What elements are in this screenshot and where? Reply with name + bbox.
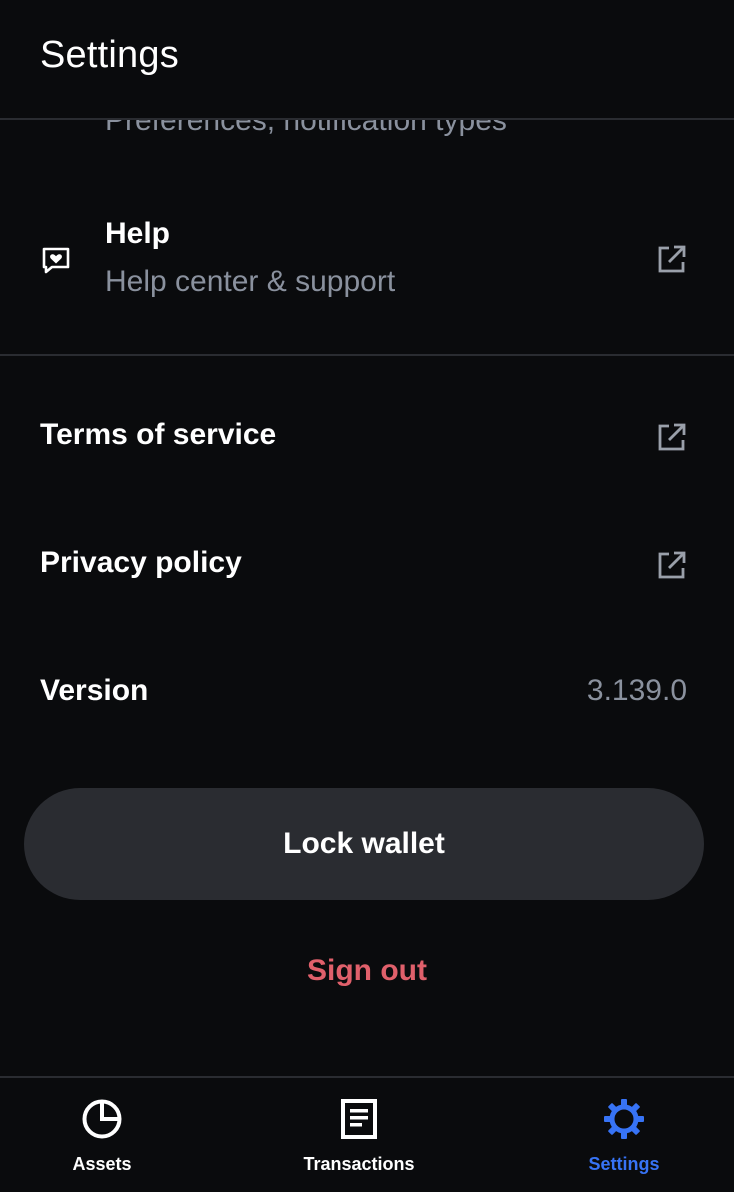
section-divider	[0, 354, 734, 356]
version-label: Version	[40, 674, 149, 707]
help-item[interactable]: Help Help center & support	[0, 200, 734, 320]
terms-of-service-item[interactable]: Terms of service	[0, 392, 734, 484]
version-value: 3.139.0	[586, 674, 687, 707]
privacy-policy-label: Privacy policy	[40, 546, 242, 579]
external-link-icon	[658, 423, 686, 451]
external-link-icon	[658, 551, 686, 579]
nav-item-assets[interactable]: Assets	[2, 1078, 202, 1192]
nav-label-assets: Assets	[72, 1154, 132, 1174]
nav-label-transactions: Transactions	[303, 1154, 415, 1174]
app-header: Settings	[0, 0, 734, 120]
sign-out-button[interactable]: Sign out	[0, 954, 734, 988]
document-icon	[341, 1099, 377, 1139]
nav-label-settings: Settings	[588, 1154, 660, 1174]
nav-item-transactions[interactable]: Transactions	[259, 1078, 459, 1192]
help-item-subtitle: Help center & support	[105, 265, 396, 298]
lock-wallet-button[interactable]: Lock wallet	[24, 788, 704, 900]
chat-heart-icon	[42, 247, 70, 274]
gear-icon	[604, 1099, 644, 1139]
external-link-icon	[658, 245, 686, 273]
pie-chart-icon	[82, 1099, 122, 1139]
nav-item-settings[interactable]: Settings	[524, 1078, 724, 1192]
terms-of-service-label: Terms of service	[40, 418, 277, 451]
help-item-title: Help	[105, 217, 171, 250]
page-title: Settings	[40, 34, 179, 76]
privacy-policy-item[interactable]: Privacy policy	[0, 520, 734, 612]
bottom-nav: Assets Transactions Settings	[0, 1076, 734, 1192]
version-item: Version 3.139.0	[0, 648, 734, 740]
